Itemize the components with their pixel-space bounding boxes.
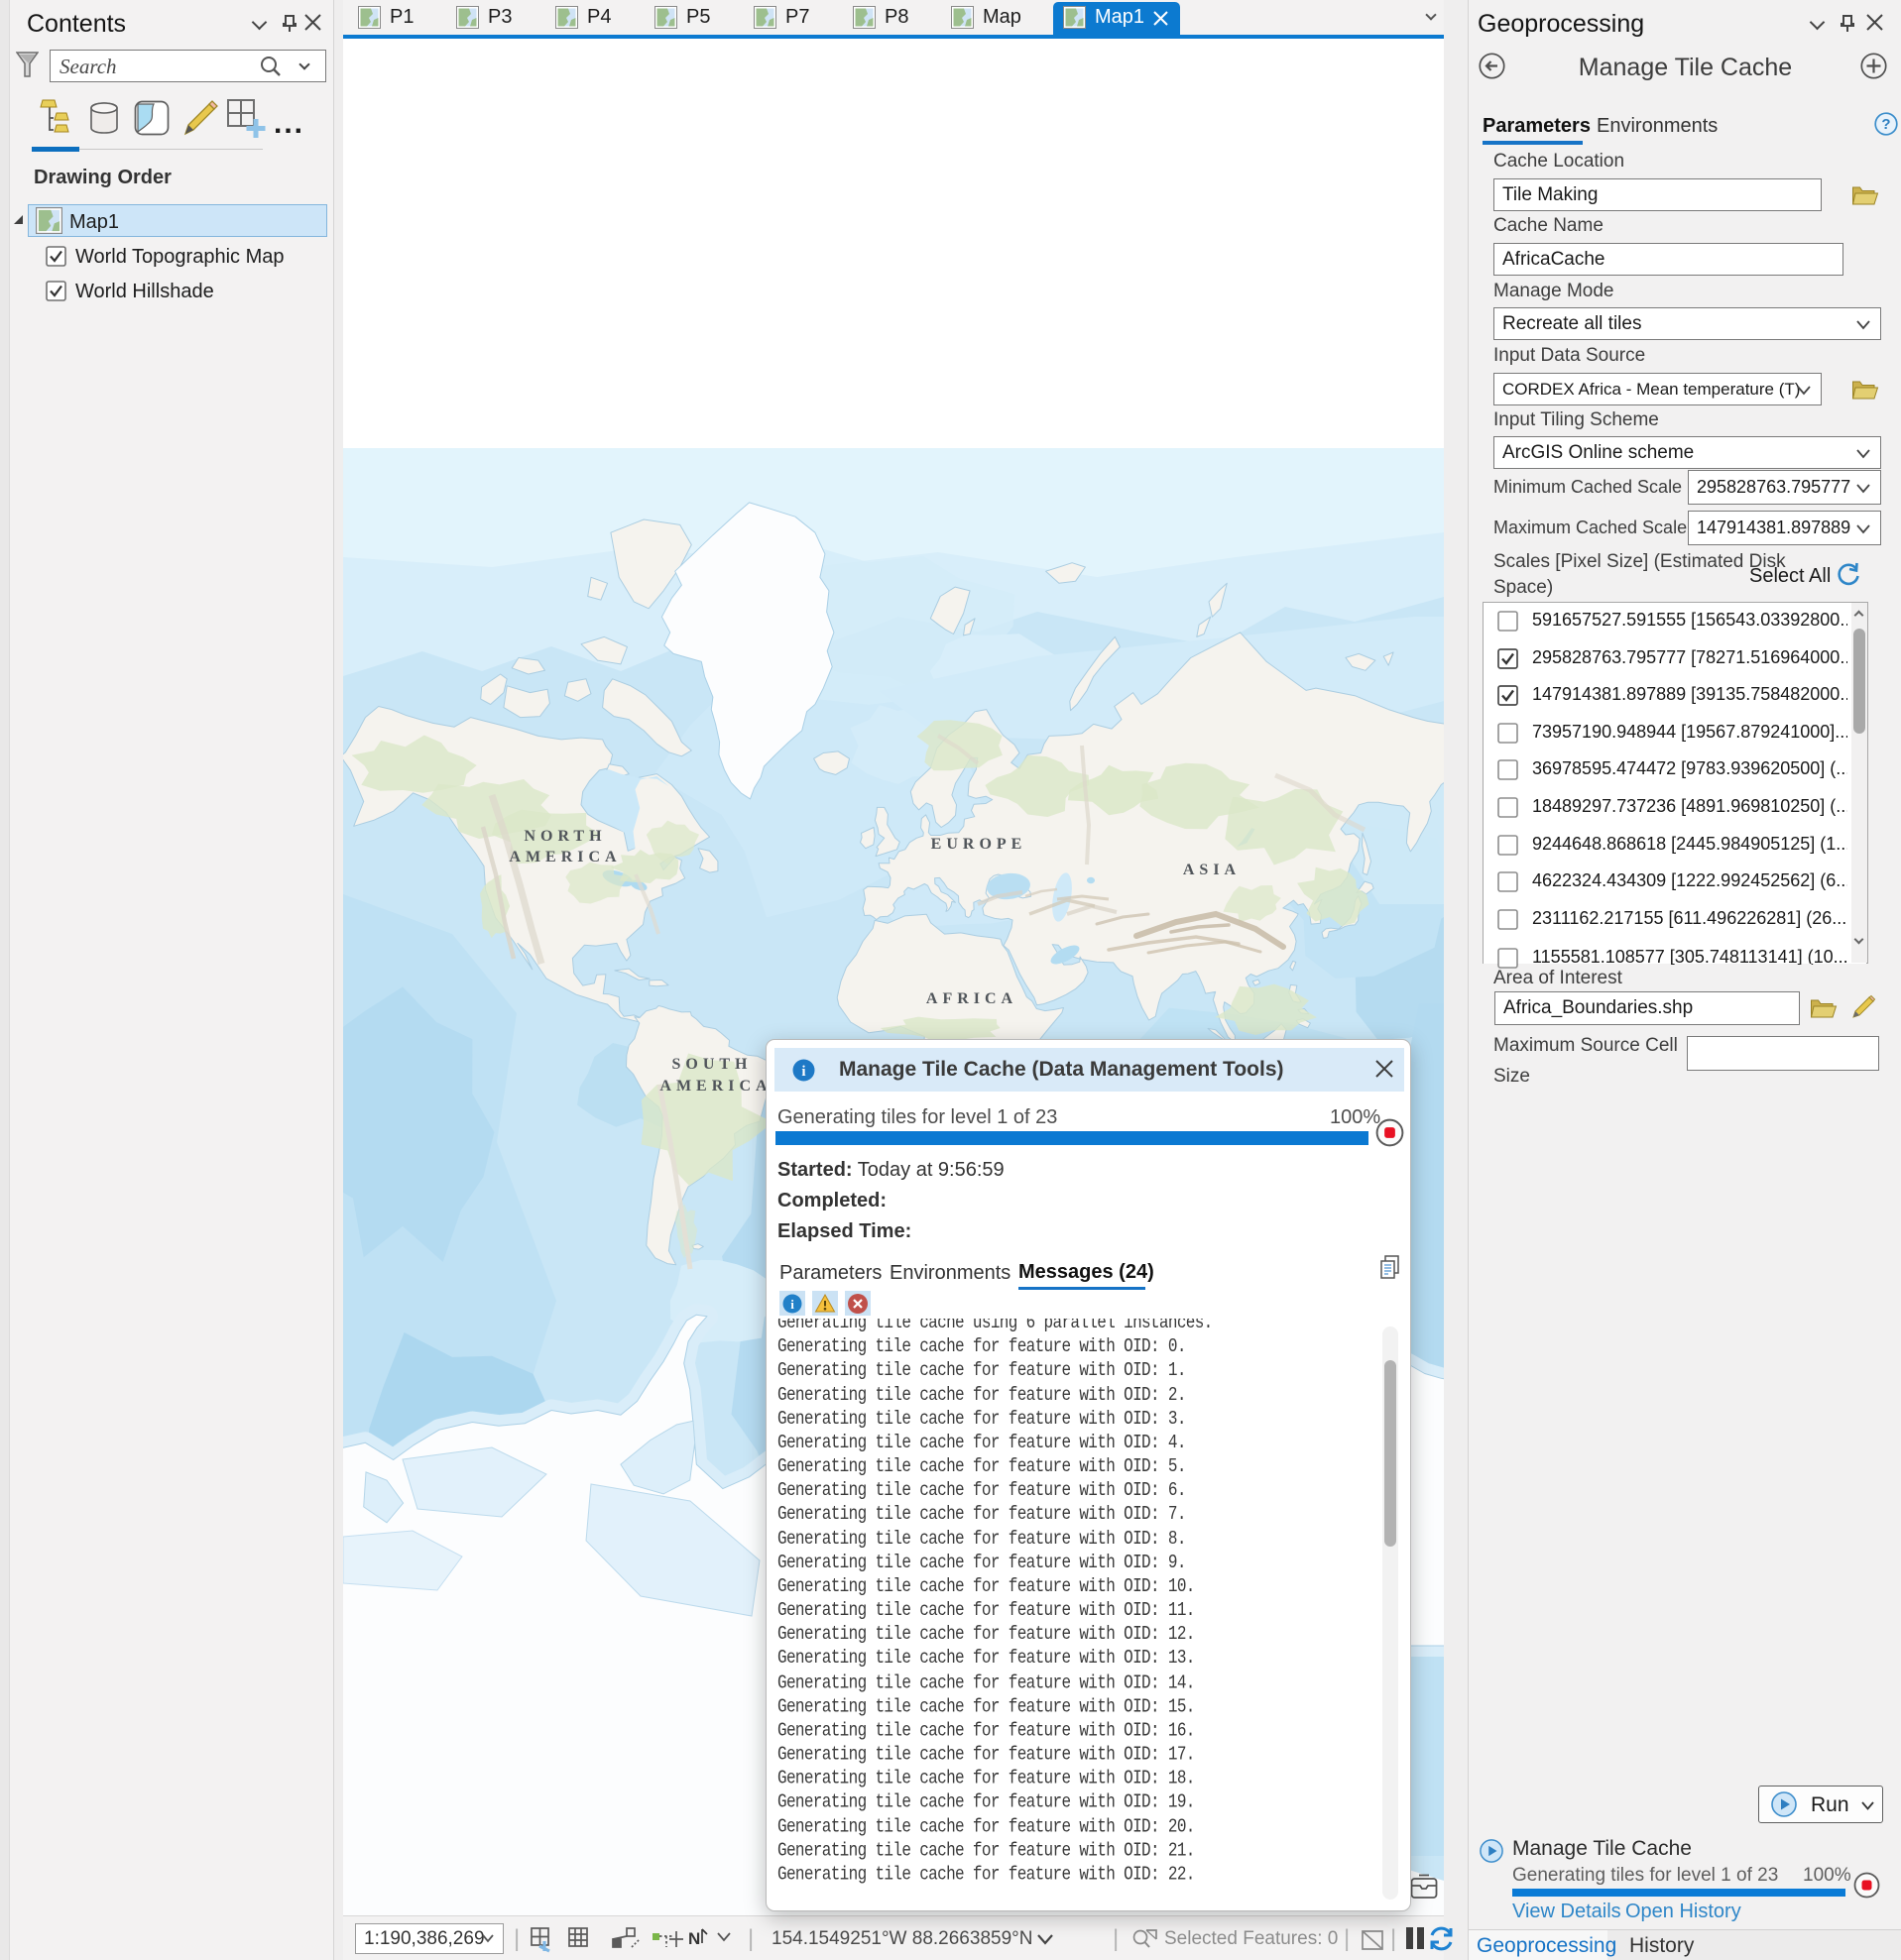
svg-text:AMERICA: AMERICA xyxy=(659,1078,772,1095)
svg-text:SOUTH: SOUTH xyxy=(671,1056,752,1073)
svg-text:i: i xyxy=(790,1297,794,1312)
svg-text:ASIA: ASIA xyxy=(1183,862,1241,878)
svg-text:?: ? xyxy=(1881,116,1890,133)
svg-text:i: i xyxy=(801,1064,805,1080)
svg-text:N: N xyxy=(688,1929,700,1948)
svg-text:AMERICA: AMERICA xyxy=(509,849,621,865)
svg-text:AFRICA: AFRICA xyxy=(926,990,1017,1007)
svg-text:NORTH: NORTH xyxy=(524,828,606,845)
svg-text:EUROPE: EUROPE xyxy=(931,836,1027,853)
